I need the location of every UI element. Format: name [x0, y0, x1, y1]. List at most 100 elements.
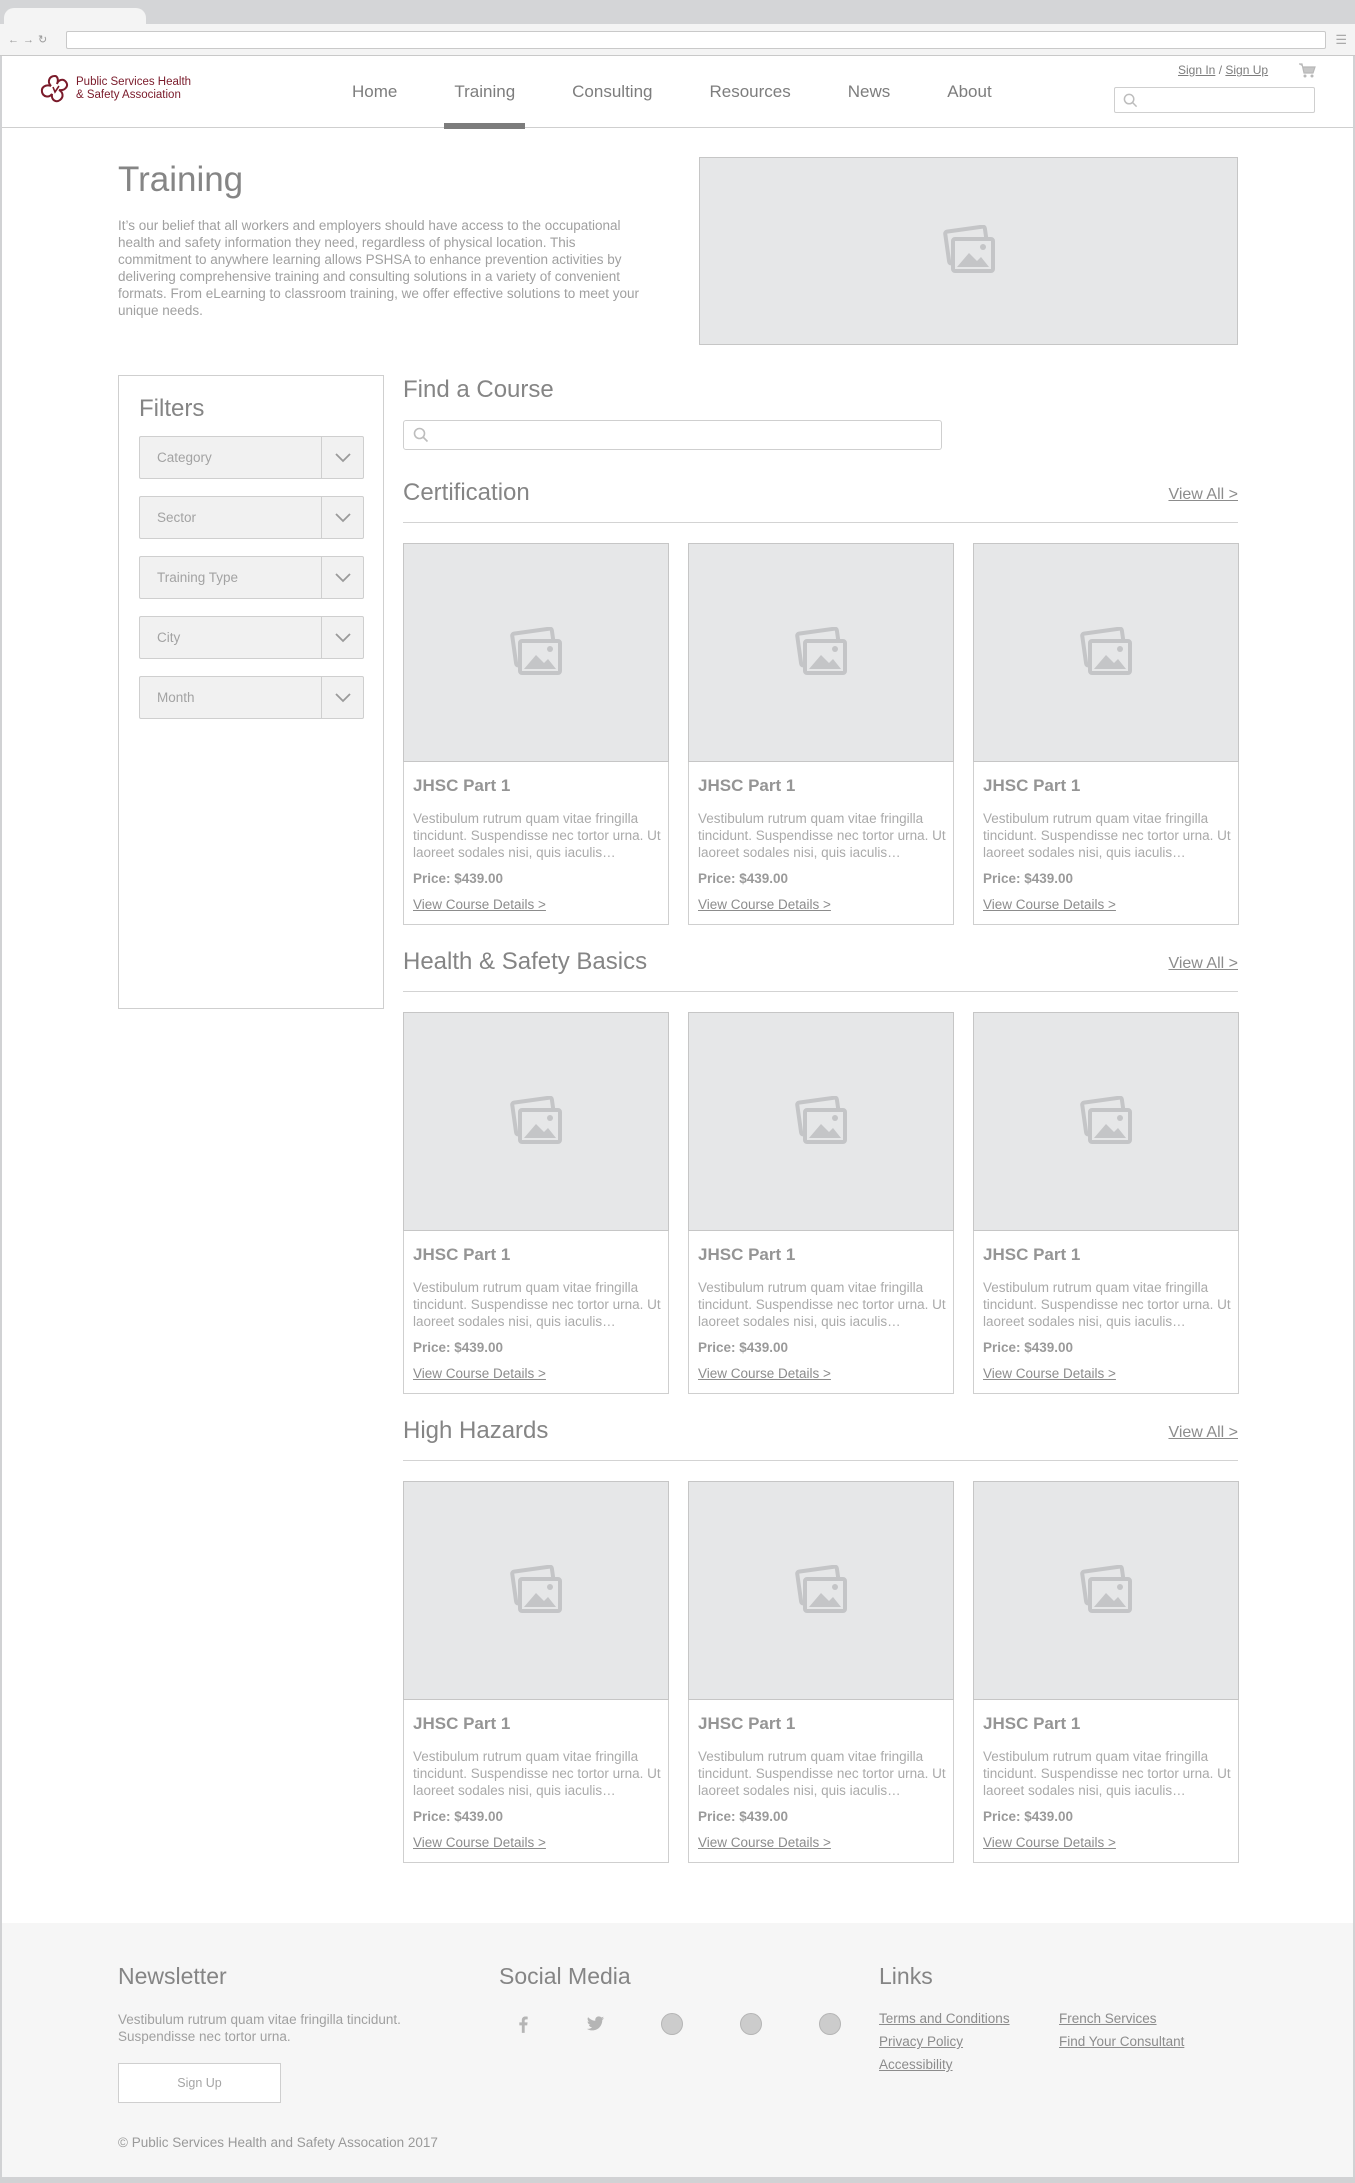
course-search-input[interactable]: [403, 420, 942, 450]
course-title: JHSC Part 1: [413, 1245, 511, 1264]
course-card[interactable]: JHSC Part 1 Vestibulum rutrum quam vitae …: [973, 543, 1239, 925]
course-card[interactable]: JHSC Part 1 Vestibulum rutrum quam vitae …: [688, 1012, 954, 1394]
social-placeholder-icon[interactable]: [740, 2013, 762, 2035]
section-header: High Hazards View All >: [403, 1417, 1238, 1461]
browser-menu-icon[interactable]: ☰: [1335, 32, 1347, 48]
course-price: Price: $439.00: [698, 1340, 789, 1355]
twitter-icon[interactable]: [584, 2013, 606, 2035]
course-card[interactable]: JHSC Part 1 Vestibulum rutrum quam vitae …: [973, 1012, 1239, 1394]
course-details-link[interactable]: View Course Details >: [983, 897, 1116, 912]
course-price: Price: $439.00: [413, 1809, 504, 1824]
find-course-title: Find a Course: [403, 376, 554, 403]
course-title: JHSC Part 1: [698, 1245, 796, 1264]
view-all-link[interactable]: View All >: [1168, 955, 1238, 973]
course-image: [403, 543, 669, 762]
course-cards: JHSC Part 1 Vestibulum rutrum quam vitae …: [403, 543, 1239, 925]
nav-about[interactable]: About: [937, 56, 1001, 128]
course-description: Vestibulum rutrum quam vitae fringilla t…: [983, 1749, 1231, 1798]
header-search-input[interactable]: [1114, 87, 1315, 113]
course-section: High Hazards View All > JHSC Part 1 Vestibu…: [403, 1417, 1239, 1863]
nav-training[interactable]: Training: [444, 56, 525, 129]
course-details-link[interactable]: View Course Details >: [413, 897, 546, 912]
image-placeholder-icon: [795, 1564, 847, 1613]
course-card[interactable]: JHSC Part 1 Vestibulum rutrum quam vitae …: [403, 1481, 669, 1863]
privacy-link[interactable]: Privacy Policy: [879, 2034, 963, 2049]
category-select[interactable]: Category: [139, 436, 364, 479]
course-details-link[interactable]: View Course Details >: [413, 1366, 546, 1381]
view-all-link[interactable]: View All >: [1168, 486, 1238, 504]
course-details-link[interactable]: View Course Details >: [983, 1835, 1116, 1850]
course-cards: JHSC Part 1 Vestibulum rutrum quam vitae …: [403, 1481, 1239, 1863]
nav-home[interactable]: Home: [342, 56, 407, 128]
section-header: Certification View All >: [403, 479, 1238, 523]
select-toggle[interactable]: [321, 497, 363, 538]
course-description: Vestibulum rutrum quam vitae fringilla t…: [698, 1749, 946, 1798]
chevron-down-icon: [334, 692, 351, 702]
view-all-link[interactable]: View All >: [1168, 1424, 1238, 1442]
cart-icon[interactable]: [1298, 62, 1316, 78]
logo[interactable]: Public Services Health & Safety Associat…: [38, 73, 191, 105]
select-value: Category: [157, 450, 212, 465]
chevron-down-icon: [334, 512, 351, 522]
sector-select[interactable]: Sector: [139, 496, 364, 539]
course-description: Vestibulum rutrum quam vitae fringilla t…: [983, 811, 1231, 860]
logo-line-1: Public Services Health: [76, 76, 192, 88]
terms-link[interactable]: Terms and Conditions: [879, 2011, 1010, 2026]
course-card[interactable]: JHSC Part 1 Vestibulum rutrum quam vitae …: [688, 1481, 954, 1863]
social-placeholder-icon[interactable]: [661, 2013, 683, 2035]
image-placeholder-icon: [1080, 1564, 1132, 1613]
address-bar[interactable]: [66, 31, 1326, 49]
social-placeholder-icon[interactable]: [819, 2013, 841, 2035]
select-toggle[interactable]: [321, 617, 363, 658]
links-title: Links: [879, 1963, 933, 1989]
course-details-link[interactable]: View Course Details >: [698, 1835, 831, 1850]
image-placeholder-icon: [795, 626, 847, 675]
course-image: [403, 1481, 669, 1700]
course-card[interactable]: JHSC Part 1 Vestibulum rutrum quam vitae …: [403, 1012, 669, 1394]
accessibility-link[interactable]: Accessibility: [879, 2057, 953, 2072]
select-toggle[interactable]: [321, 677, 363, 718]
section-title: Health & Safety Basics: [403, 948, 648, 975]
select-value: City: [157, 630, 181, 645]
chevron-down-icon: [334, 572, 351, 582]
month-select[interactable]: Month: [139, 676, 364, 719]
filters-panel: Filters Category Sector Training Type Ci…: [118, 375, 384, 1009]
course-price: Price: $439.00: [983, 1809, 1074, 1824]
city-select[interactable]: City: [139, 616, 364, 659]
page: Public Services Health & Safety Associat…: [2, 56, 1353, 2177]
logo-mark-icon: [40, 74, 69, 103]
course-section: Certification View All > JHSC Part 1 Vestib…: [403, 479, 1239, 925]
french-services-link[interactable]: French Services: [1059, 2011, 1157, 2026]
course-image: [688, 543, 954, 762]
image-placeholder-icon: [510, 626, 562, 675]
nav-resources[interactable]: Resources: [699, 56, 800, 128]
image-placeholder-icon: [510, 1564, 562, 1613]
course-details-link[interactable]: View Course Details >: [983, 1366, 1116, 1381]
site-header: Public Services Health & Safety Associat…: [2, 56, 1353, 129]
course-card[interactable]: JHSC Part 1 Vestibulum rutrum quam vitae …: [688, 543, 954, 925]
select-toggle[interactable]: [321, 437, 363, 478]
newsletter-signup-button[interactable]: Sign Up: [118, 2063, 281, 2103]
course-image: [973, 1012, 1239, 1231]
section-header: Health & Safety Basics View All >: [403, 948, 1238, 992]
nav-consulting[interactable]: Consulting: [562, 56, 662, 128]
course-card[interactable]: JHSC Part 1 Vestibulum rutrum quam vitae …: [403, 543, 669, 925]
social-media-title: Social Media: [499, 1963, 631, 1989]
sign-up-link[interactable]: Sign Up: [1225, 63, 1268, 77]
course-description: Vestibulum rutrum quam vitae fringilla t…: [413, 811, 661, 860]
auth-links: Sign In / Sign Up: [1178, 63, 1268, 77]
training-type-select[interactable]: Training Type: [139, 556, 364, 599]
course-cards: JHSC Part 1 Vestibulum rutrum quam vitae …: [403, 1012, 1239, 1394]
facebook-icon[interactable]: [512, 2013, 534, 2035]
course-details-link[interactable]: View Course Details >: [698, 897, 831, 912]
browser-nav-buttons[interactable]: ←→↻: [8, 33, 51, 46]
sign-in-link[interactable]: Sign In: [1178, 63, 1215, 77]
find-consultant-link[interactable]: Find Your Consultant: [1059, 2034, 1184, 2049]
course-title: JHSC Part 1: [983, 776, 1081, 795]
course-details-link[interactable]: View Course Details >: [413, 1835, 546, 1850]
course-card[interactable]: JHSC Part 1 Vestibulum rutrum quam vitae …: [973, 1481, 1239, 1863]
course-details-link[interactable]: View Course Details >: [698, 1366, 831, 1381]
select-toggle[interactable]: [321, 557, 363, 598]
nav-news[interactable]: News: [838, 56, 901, 128]
chevron-down-icon: [334, 632, 351, 642]
